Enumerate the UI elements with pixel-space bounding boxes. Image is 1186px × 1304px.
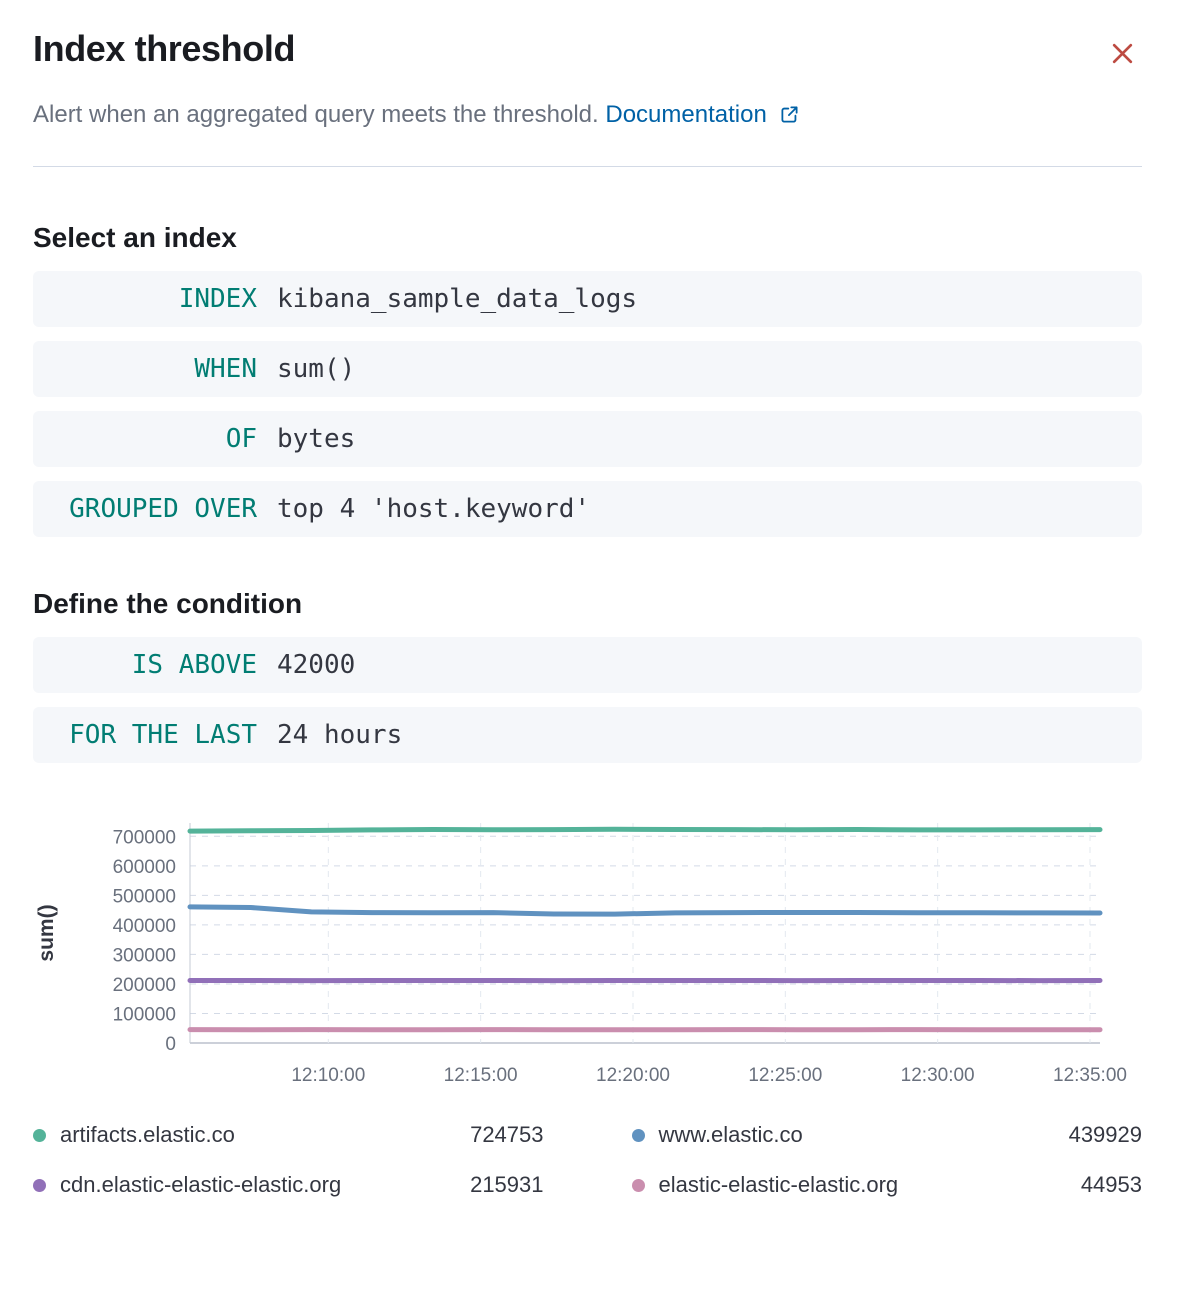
expression-keyword: GROUPED OVER xyxy=(33,494,257,524)
close-button[interactable] xyxy=(1103,34,1142,76)
chart-legend: artifacts.elastic.co 724753 www.elastic.… xyxy=(33,1122,1142,1198)
flyout-header: Index threshold xyxy=(33,28,1142,76)
legend-label: elastic-elastic-elastic.org xyxy=(659,1172,899,1198)
y-tick-label: 200000 xyxy=(113,975,176,996)
legend-value: 44953 xyxy=(1081,1172,1142,1198)
legend-dot xyxy=(632,1129,645,1142)
section-heading-define-condition: Define the condition xyxy=(33,587,1142,621)
legend-item-elastic[interactable]: elastic-elastic-elastic.org 44953 xyxy=(632,1172,1143,1198)
y-tick-label: 600000 xyxy=(113,857,176,878)
y-tick-label: 300000 xyxy=(113,945,176,966)
legend-dot xyxy=(33,1129,46,1142)
legend-item-artifacts[interactable]: artifacts.elastic.co 724753 xyxy=(33,1122,544,1148)
expression-value: top 4 'host.keyword' xyxy=(277,494,590,524)
x-tick-label: 12:30:00 xyxy=(901,1065,975,1085)
expression-keyword: FOR THE LAST xyxy=(33,720,257,750)
legend-label: artifacts.elastic.co xyxy=(60,1122,235,1148)
y-tick-label: 0 xyxy=(165,1034,176,1055)
expression-keyword: WHEN xyxy=(33,354,257,384)
threshold-preview-chart: 0 100000 200000 300000 400000 500000 600000 700… xyxy=(33,813,1142,1090)
legend-dot xyxy=(33,1179,46,1192)
legend-value: 439929 xyxy=(1069,1122,1142,1148)
legend-label: cdn.elastic-elastic-elastic.org xyxy=(60,1172,341,1198)
index-threshold-flyout: Index threshold Alert when an aggregated… xyxy=(0,0,1186,1198)
expression-value: kibana_sample_data_logs xyxy=(277,284,637,314)
subtitle-text: Alert when an aggregated query meets the… xyxy=(33,101,599,128)
expression-value: sum() xyxy=(277,354,355,384)
legend-item-cdn[interactable]: cdn.elastic-elastic-elastic.org 215931 xyxy=(33,1172,544,1198)
series-line xyxy=(190,907,1100,914)
index-expression-group: INDEX kibana_sample_data_logs WHEN sum()… xyxy=(33,271,1142,537)
expression-for-the-last[interactable]: FOR THE LAST 24 hours xyxy=(33,707,1142,763)
x-tick-label: 12:10:00 xyxy=(291,1065,365,1085)
y-tick-label: 700000 xyxy=(113,827,176,848)
x-tick-label: 12:35:00 xyxy=(1053,1065,1127,1085)
page-title: Index threshold xyxy=(33,28,295,70)
section-heading-select-index: Select an index xyxy=(33,221,1142,255)
flyout-subtitle: Alert when an aggregated query meets the… xyxy=(33,100,1142,132)
expression-value: bytes xyxy=(277,424,355,454)
header-divider xyxy=(33,166,1142,167)
expression-value: 42000 xyxy=(277,650,355,680)
y-tick-label: 400000 xyxy=(113,916,176,937)
documentation-link[interactable]: Documentation xyxy=(605,101,799,128)
line-chart: 0 100000 200000 300000 400000 500000 600000 700… xyxy=(33,813,1142,1085)
external-link-icon xyxy=(780,103,799,130)
legend-label: www.elastic.co xyxy=(659,1122,803,1148)
legend-dot xyxy=(632,1179,645,1192)
expression-grouped-over[interactable]: GROUPED OVER top 4 'host.keyword' xyxy=(33,481,1142,537)
expression-keyword: INDEX xyxy=(33,284,257,314)
documentation-link-label: Documentation xyxy=(605,101,766,128)
y-tick-label: 100000 xyxy=(113,1004,176,1025)
condition-expression-group: IS ABOVE 42000 FOR THE LAST 24 hours xyxy=(33,637,1142,763)
x-tick-label: 12:25:00 xyxy=(748,1065,822,1085)
expression-keyword: IS ABOVE xyxy=(33,650,257,680)
x-tick-label: 12:15:00 xyxy=(444,1065,518,1085)
legend-value: 215931 xyxy=(470,1172,543,1198)
expression-keyword: OF xyxy=(33,424,257,454)
expression-is-above[interactable]: IS ABOVE 42000 xyxy=(33,637,1142,693)
legend-value: 724753 xyxy=(470,1122,543,1148)
legend-item-www[interactable]: www.elastic.co 439929 xyxy=(632,1122,1143,1148)
close-icon xyxy=(1109,55,1136,70)
expression-value: 24 hours xyxy=(277,720,402,750)
expression-of[interactable]: OF bytes xyxy=(33,411,1142,467)
series-line xyxy=(190,829,1100,831)
y-axis-title: sum() xyxy=(35,904,58,961)
x-tick-label: 12:20:00 xyxy=(596,1065,670,1085)
y-tick-label: 500000 xyxy=(113,886,176,907)
expression-index[interactable]: INDEX kibana_sample_data_logs xyxy=(33,271,1142,327)
expression-when[interactable]: WHEN sum() xyxy=(33,341,1142,397)
